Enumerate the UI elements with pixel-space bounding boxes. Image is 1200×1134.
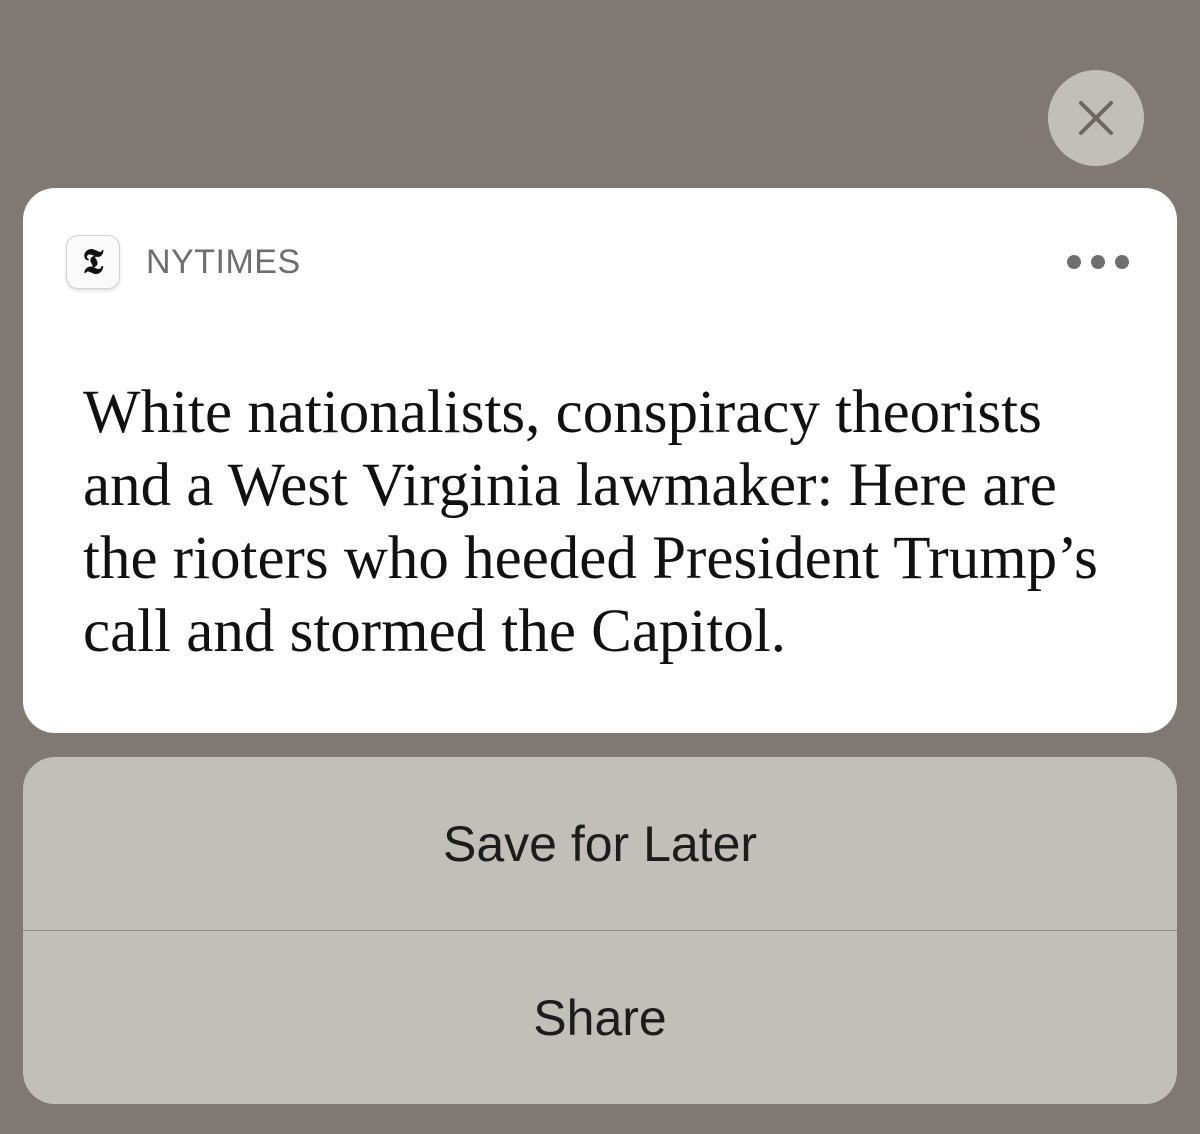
notification-header: 𝕿 NYTIMES [66, 235, 1129, 289]
ellipsis-icon-dot [1091, 255, 1105, 269]
close-button[interactable] [1048, 70, 1144, 166]
share-button[interactable]: Share [23, 931, 1177, 1104]
notification-headline: White nationalists, conspiracy theorists… [83, 379, 1098, 665]
notification-card[interactable]: 𝕿 NYTIMES White nationalists, conspiracy… [23, 188, 1177, 733]
ellipsis-icon-dot [1067, 255, 1081, 269]
app-name: NYTIMES [146, 242, 301, 281]
more-options-button[interactable] [1057, 249, 1129, 275]
nytimes-app-icon: 𝕿 [66, 235, 120, 289]
action-sheet: Save for Later Share [23, 757, 1177, 1104]
close-icon [1078, 100, 1114, 136]
save-for-later-button[interactable]: Save for Later [23, 757, 1177, 930]
nytimes-logo-glyph: 𝕿 [82, 242, 104, 282]
ellipsis-icon-dot [1115, 255, 1129, 269]
